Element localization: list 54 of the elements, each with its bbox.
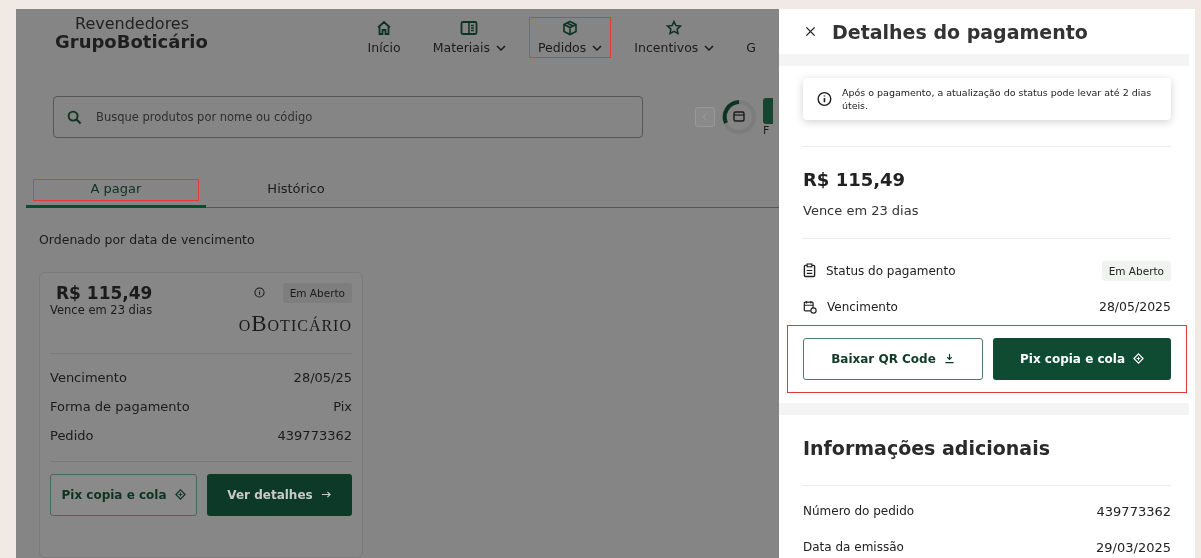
sort-note: Ordenado por data de vencimento: [39, 231, 256, 247]
calendar-icon: [803, 299, 817, 314]
search-field[interactable]: Busque produtos por nome ou código: [53, 96, 643, 138]
status-badge: Em Aberto: [1101, 260, 1171, 281]
status-chip: [763, 97, 773, 124]
copy-button[interactable]: Pix copia e cola: [50, 473, 197, 516]
nav-item[interactable]: Incentivos: [625, 17, 724, 58]
brand-subtitle: Revendedores: [74, 15, 191, 32]
brand-logo[interactable]: GrupoBoticário: [55, 32, 359, 52]
nav-item[interactable]: Pedidos: [529, 17, 612, 58]
download-icon: [943, 353, 955, 365]
nav-item[interactable]: Materiais: [423, 17, 515, 58]
row-value: 439773362: [277, 427, 352, 443]
due-text: Vence em 23 dias: [803, 202, 920, 218]
star-icon: [666, 20, 683, 36]
detail-label: Status do pagamento: [826, 263, 957, 278]
info-icon: [817, 90, 832, 107]
row-value: 28/05/25: [293, 369, 352, 385]
brand-logo: oBoticário: [238, 310, 352, 337]
box-icon: [562, 20, 579, 36]
amount: R$ 115,49: [55, 282, 153, 303]
clipboard-icon: [803, 263, 816, 279]
info-value: 29/03/2025: [1096, 539, 1171, 555]
info-label: Data da emissão: [803, 540, 904, 554]
amount: R$ 115,49: [803, 168, 907, 190]
copy-button[interactable]: Pix copia e cola: [993, 337, 1171, 380]
download-button[interactable]: Baixar QR Code: [803, 337, 983, 380]
pix-icon: [1133, 353, 1144, 365]
tab[interactable]: Histórico: [206, 172, 386, 208]
book-icon: [460, 20, 479, 36]
info-label: Número do pedido: [803, 504, 915, 518]
pix-icon: [174, 489, 186, 500]
row-label: Pedido: [50, 427, 94, 443]
info-value: 439773362: [1096, 503, 1171, 519]
section-title: Informações adicionais: [803, 437, 1051, 459]
search-icon: [67, 110, 82, 125]
due-text: Vence em 23 dias: [50, 302, 153, 317]
detail-label: Vencimento: [827, 299, 899, 314]
drawer-title: Detalhes do pagamento: [832, 20, 1088, 43]
nav-item[interactable]: Início: [358, 17, 410, 58]
status-badge: Em Aberto: [282, 282, 352, 303]
detail-value: 28/05/2025: [1098, 299, 1171, 315]
home-icon: [376, 20, 393, 36]
details-button[interactable]: Ver detalhes: [207, 473, 352, 516]
side-label: F: [763, 123, 771, 137]
row-value: Pix: [333, 398, 352, 414]
row-label: Vencimento: [50, 369, 127, 385]
row-label: Forma de pagamento: [50, 398, 190, 414]
gauge-icon: [721, 99, 757, 135]
nav-item[interactable]: G: [737, 17, 765, 58]
arrow-right-icon: [320, 490, 332, 499]
info-icon: [253, 287, 265, 298]
notice-text: Após o pagamento, a atualização do status pode levar até 2 dias úteis.: [841, 85, 1153, 112]
tab[interactable]: A pagar: [26, 172, 206, 208]
